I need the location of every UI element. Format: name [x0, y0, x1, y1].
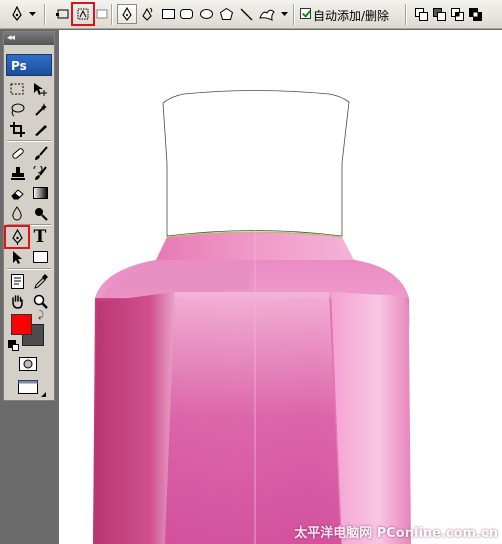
bottle-artwork: [93, 90, 411, 544]
hand-tool-icon[interactable]: [6, 291, 28, 311]
watermark-text: 太平洋电脑网 PConline.com.cn: [294, 526, 498, 541]
eyedropper-tool-icon[interactable]: [29, 271, 51, 291]
rectangle-shape-icon[interactable]: [160, 4, 176, 24]
screen-mode-arrow-icon[interactable]: [38, 384, 48, 404]
separator: [405, 4, 407, 25]
options-bar: 自动添加/删除: [0, 0, 502, 29]
rectangle-tool-icon[interactable]: [29, 247, 51, 267]
default-colors-icon[interactable]: [8, 340, 19, 351]
quick-mask-mode-icon[interactable]: [17, 354, 39, 374]
slice-tool-icon[interactable]: [29, 119, 51, 139]
path-selection-tool-icon[interactable]: [6, 247, 28, 267]
toolbox-separator: [7, 140, 51, 142]
custom-shape-dropdown-arrow-icon[interactable]: [279, 4, 289, 24]
auto-add-delete-label[interactable]: 自动添加/删除: [313, 7, 389, 24]
intersect-shapes-icon[interactable]: [449, 4, 465, 24]
toolbox-grip[interactable]: ◂◂: [4, 32, 54, 45]
type-tool-icon[interactable]: T: [29, 227, 51, 247]
separator: [111, 4, 113, 25]
lasso-tool-icon[interactable]: [6, 99, 28, 119]
crop-tool-icon[interactable]: [6, 119, 28, 139]
separator: [44, 4, 46, 25]
toolbox-panel: ◂◂ Ps T ⤸: [3, 31, 55, 401]
separator: [293, 4, 295, 25]
ellipse-shape-icon[interactable]: [198, 4, 214, 24]
blur-tool-icon[interactable]: [6, 203, 28, 223]
notes-tool-icon[interactable]: [6, 271, 28, 291]
screen-mode-icon[interactable]: [17, 377, 39, 397]
toolbox-separator: [7, 268, 51, 270]
custom-shape-icon[interactable]: [258, 4, 276, 24]
dodge-tool-icon[interactable]: [29, 203, 51, 223]
foreground-color-swatch[interactable]: [11, 314, 32, 335]
marquee-tool-icon[interactable]: [6, 79, 28, 99]
brush-tool-icon[interactable]: [29, 143, 51, 163]
eraser-tool-icon[interactable]: [6, 183, 28, 203]
pen-tool-preset-icon[interactable]: [8, 4, 26, 24]
rounded-rectangle-shape-icon[interactable]: [178, 4, 194, 24]
fill-pixels-mode-icon[interactable]: [95, 4, 109, 24]
type-tool-glyph: T: [33, 226, 47, 247]
line-shape-icon[interactable]: [238, 4, 254, 24]
magic-wand-tool-icon[interactable]: [29, 99, 51, 119]
exclude-overlap-icon[interactable]: [467, 4, 483, 24]
swap-colors-icon[interactable]: ⤸: [38, 310, 44, 321]
pen-tool-icon[interactable]: [117, 4, 137, 24]
shape-layers-mode-icon[interactable]: [54, 4, 72, 24]
gradient-tool-icon[interactable]: [29, 183, 51, 203]
preset-dropdown-arrow-icon[interactable]: [27, 4, 37, 24]
zoom-tool-icon[interactable]: [29, 291, 51, 311]
healing-brush-tool-icon[interactable]: [6, 143, 28, 163]
document-canvas[interactable]: 太平洋电脑网 PConline.com.cn: [59, 30, 502, 544]
polygon-shape-icon[interactable]: [218, 4, 234, 24]
auto-add-delete-checkbox[interactable]: [300, 8, 311, 19]
history-brush-tool-icon[interactable]: [29, 163, 51, 183]
pen-tool-icon[interactable]: [4, 225, 30, 249]
toolbox-separator: [7, 224, 51, 226]
paths-mode-icon[interactable]: [71, 2, 95, 26]
photoshop-logo[interactable]: Ps: [6, 54, 52, 76]
move-tool-icon[interactable]: [29, 79, 51, 99]
freeform-pen-icon[interactable]: [139, 4, 157, 24]
subtract-shapes-icon[interactable]: [431, 4, 447, 24]
clone-stamp-tool-icon[interactable]: [6, 163, 28, 183]
combine-shapes-icon[interactable]: [413, 4, 429, 24]
